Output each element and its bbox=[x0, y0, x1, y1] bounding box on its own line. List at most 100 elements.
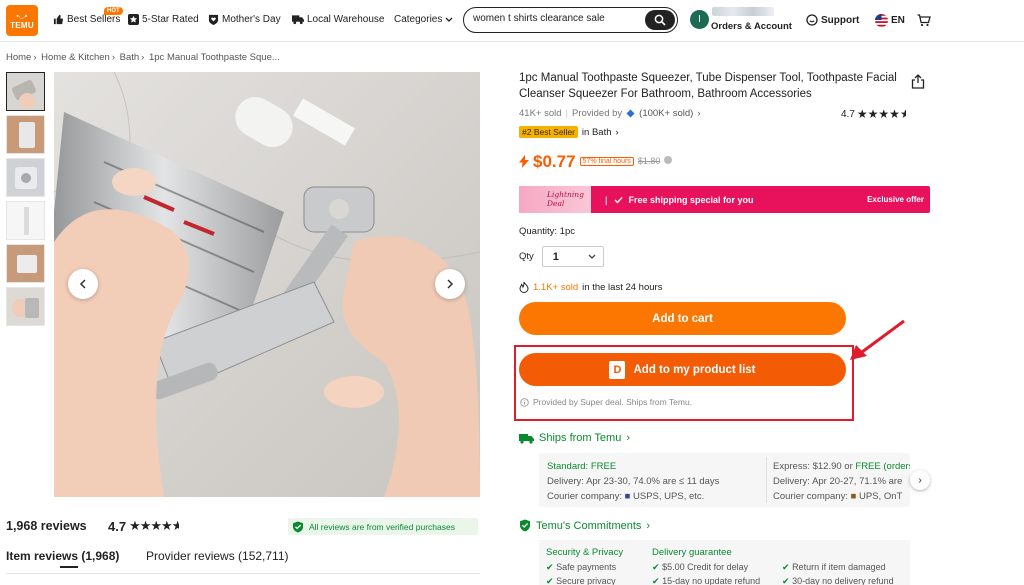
shield-check-icon bbox=[520, 519, 530, 532]
top-header: ▪◡▪ TEMU Best Sellers HOT 5-Star Rated Mo… bbox=[0, 0, 1024, 42]
tab-provider-reviews[interactable]: Provider reviews (152,711) bbox=[146, 549, 289, 563]
heart-shield-icon bbox=[208, 14, 219, 25]
original-price: $1.80 bbox=[637, 156, 661, 166]
red-arrow-annotation bbox=[850, 319, 905, 360]
shopping-bag-d-icon: D bbox=[609, 360, 626, 379]
price-row: $0.77 57% final hours $1.80 bbox=[519, 152, 673, 172]
main-product-image bbox=[54, 72, 480, 497]
nav-label: Categories bbox=[394, 14, 443, 25]
divider bbox=[6, 573, 480, 574]
discount-badge: 57% final hours bbox=[579, 157, 634, 166]
share-icon[interactable] bbox=[911, 74, 925, 89]
temu-logo[interactable]: ▪◡▪ TEMU bbox=[6, 5, 38, 36]
verified-label: All reviews are from verified purchases bbox=[309, 521, 455, 532]
add-to-product-list-button[interactable]: D Add to my product list bbox=[519, 353, 846, 386]
quantity-label: Quantity: 1pc bbox=[519, 226, 575, 237]
support-icon bbox=[806, 14, 818, 26]
provider-logo-icon[interactable] bbox=[626, 109, 635, 118]
verified-purchases-banner: All reviews are from verified purchases bbox=[288, 518, 478, 535]
nav-best-sellers[interactable]: Best Sellers bbox=[53, 14, 120, 25]
add-to-cart-button[interactable]: Add to cart bbox=[519, 302, 846, 335]
search-button[interactable] bbox=[645, 9, 675, 30]
rating-stars: ★★★★★ bbox=[129, 518, 179, 533]
commitments-box: Security & Privacy ✔ Safe payments ✔ Sec… bbox=[539, 540, 910, 585]
nav-label: Best Sellers bbox=[67, 14, 121, 25]
thumbnail-5[interactable] bbox=[6, 244, 45, 283]
support-link[interactable]: Support bbox=[806, 14, 859, 26]
prev-image-button[interactable] bbox=[68, 269, 98, 299]
thumbnail-1[interactable] bbox=[6, 72, 45, 111]
truck-icon bbox=[292, 15, 304, 25]
thumbnail-6[interactable] bbox=[6, 287, 45, 326]
best-seller-row[interactable]: #2 Best Seller in Bath › bbox=[519, 126, 619, 138]
recent-sold-period: in the last 24 hours bbox=[582, 281, 663, 293]
language-selector[interactable]: EN bbox=[875, 14, 905, 27]
nav-label: Local Warehouse bbox=[307, 14, 385, 25]
nav-local-warehouse[interactable]: Local Warehouse bbox=[292, 14, 384, 25]
provided-note: Provided by Super deal. Ships from Temu. bbox=[520, 397, 692, 407]
lightning-deal-banner: Lightning Deal | Free shipping special f… bbox=[519, 186, 930, 213]
check-icon bbox=[614, 197, 623, 204]
reviews-count[interactable]: 1,968 reviews bbox=[6, 519, 87, 533]
shield-check-icon bbox=[293, 521, 303, 532]
rating-stars: ★★★★★ bbox=[856, 107, 906, 121]
avatar[interactable]: I bbox=[690, 10, 709, 29]
chevron-left-icon bbox=[79, 279, 86, 289]
add-to-list-label: Add to my product list bbox=[633, 363, 756, 376]
chevron-right-icon bbox=[447, 279, 454, 289]
delivery-guarantee: Delivery guarantee ✔ $5.00 Credit for de… bbox=[652, 547, 761, 585]
temu-commitments[interactable]: Temu's Commitments › bbox=[519, 519, 650, 532]
ships-from-temu[interactable]: Ships from Temu › bbox=[519, 432, 630, 444]
thumbnail-2[interactable] bbox=[6, 115, 45, 154]
product-rating[interactable]: 4.7 ★★★★★ bbox=[841, 107, 906, 121]
rating-value: 4.7 bbox=[841, 108, 855, 120]
reviews-rating: 4.7 ★★★★★ bbox=[108, 518, 179, 534]
us-flag-icon bbox=[875, 14, 888, 27]
nav-label: 5-Star Rated bbox=[142, 14, 199, 25]
thumb-up-icon bbox=[53, 14, 64, 25]
recent-sales: 1.1K+ sold in the last 24 hours bbox=[519, 281, 662, 293]
provider-sold[interactable]: (100K+ sold) bbox=[639, 108, 693, 119]
info-icon bbox=[520, 397, 529, 407]
cart-button[interactable] bbox=[917, 14, 931, 27]
qty-label: Qty bbox=[519, 251, 534, 262]
blurred-username bbox=[712, 7, 774, 16]
flame-icon bbox=[519, 281, 529, 293]
security-privacy: Security & Privacy ✔ Safe payments ✔ Sec… bbox=[546, 547, 624, 585]
next-image-button[interactable] bbox=[435, 269, 465, 299]
price: $0.77 bbox=[533, 152, 576, 171]
chevron-down-icon bbox=[445, 17, 453, 22]
thumbnail-3[interactable] bbox=[6, 158, 45, 197]
returns-guarantee: ✔ Return if item damaged ✔ 30-day no del… bbox=[782, 562, 894, 585]
exclusive-offer-label: Exclusive offer bbox=[867, 195, 924, 204]
product-title: 1pc Manual Toothpaste Squeezer, Tube Dis… bbox=[519, 72, 897, 100]
breadcrumb-home[interactable]: Home bbox=[6, 52, 31, 63]
qty-row: Qty 1 bbox=[519, 246, 604, 267]
shipping-options: Standard: FREE Delivery: Apr 23-30, 74.0… bbox=[539, 453, 910, 507]
shipping-express[interactable]: Express: $12.90 or FREE (orders Delivery… bbox=[773, 459, 910, 504]
breadcrumb-home-kitchen[interactable]: Home & Kitchen bbox=[41, 52, 110, 63]
provided-by-label: Provided by bbox=[572, 108, 623, 119]
quantity-select[interactable]: 1 bbox=[541, 246, 604, 267]
breadcrumb-bath[interactable]: Bath bbox=[120, 52, 140, 63]
qty-value: 1 bbox=[552, 250, 559, 263]
nav-categories[interactable]: Categories bbox=[394, 14, 453, 25]
nav-mothers-day[interactable]: Mother's Day bbox=[208, 14, 281, 25]
thumbnail-4[interactable] bbox=[6, 201, 45, 240]
info-icon[interactable] bbox=[664, 156, 673, 164]
shipping-standard[interactable]: Standard: FREE Delivery: Apr 23-30, 74.0… bbox=[547, 459, 719, 504]
chevron-down-icon bbox=[588, 254, 596, 259]
free-shipping-label: | Free shipping special for you bbox=[605, 195, 754, 205]
nav-5-star-rated[interactable]: 5-Star Rated bbox=[128, 14, 199, 25]
star-box-icon bbox=[128, 14, 139, 25]
search-input[interactable] bbox=[473, 13, 643, 24]
orders-account-link[interactable]: Orders & Account bbox=[711, 21, 792, 32]
language-label: EN bbox=[891, 15, 905, 26]
sold-provider-line: 41K+ sold | Provided by (100K+ sold) › bbox=[519, 108, 701, 119]
nav-label: Mother's Day bbox=[222, 14, 281, 25]
hot-badge: HOT bbox=[104, 7, 123, 15]
breadcrumb-current: 1pc Manual Toothpaste Sque... bbox=[148, 52, 280, 63]
shipping-next-button[interactable]: › bbox=[910, 470, 930, 490]
tab-item-reviews[interactable]: Item reviews (1,968) bbox=[6, 549, 119, 563]
best-seller-category: in Bath bbox=[581, 126, 612, 138]
